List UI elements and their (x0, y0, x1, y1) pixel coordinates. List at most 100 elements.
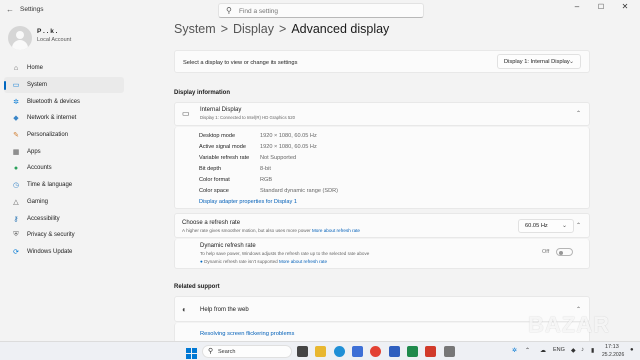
info-label: Color space (199, 188, 229, 194)
sidebar-item-apps[interactable]: ▦ Apps (4, 143, 124, 160)
display-adapter-link[interactable]: Display adapter properties for Display 1 (199, 199, 297, 205)
flicker-help-link[interactable]: Resolving screen flickering problems (200, 331, 294, 337)
sidebar-item-network[interactable]: ◆ Network & internet (4, 110, 124, 127)
update-icon: ⟳ (13, 248, 19, 256)
sidebar-item-time-language[interactable]: ◷ Time & language (4, 177, 124, 194)
app-title: Settings (20, 6, 44, 13)
refresh-rate-desc: A higher rate gives smoother motion, but… (182, 228, 311, 233)
breadcrumb: System > Display > Advanced display (174, 22, 389, 36)
dynamic-refresh-status: Dynamic refresh rate isn't supported (204, 259, 278, 264)
apps-icon: ▦ (12, 148, 20, 156)
minimize-icon[interactable]: – (568, 2, 586, 11)
info-label: Color format (199, 177, 230, 183)
page-title: Advanced display (291, 22, 390, 36)
display-select-card: Select a display to view or change its s… (174, 50, 590, 73)
tray-chevron-icon[interactable]: ⌃ (525, 347, 530, 354)
info-label: Bit depth (199, 166, 222, 172)
info-icon: ● (200, 259, 203, 264)
info-value: 1920 × 1080, 60.05 Hz (260, 133, 317, 139)
task-view-icon[interactable] (297, 346, 308, 357)
display-info-heading: Display information (174, 90, 231, 96)
start-windows-icon[interactable] (186, 346, 197, 359)
bluetooth-icon: ✲ (13, 98, 19, 106)
dynamic-refresh-card: Dynamic refresh rate To help save power,… (174, 239, 590, 269)
avatar[interactable] (8, 26, 32, 50)
home-icon: ⌂ (13, 64, 19, 72)
account-name: P . . k . (37, 28, 58, 35)
sidebar-item-personalization[interactable]: ✎ Personalization (4, 127, 124, 144)
battery-icon[interactable]: ▮ (591, 347, 594, 354)
sidebar-item-gaming[interactable]: △ Gaming (4, 194, 124, 211)
bluetooth-tray-icon[interactable]: ✲ (512, 347, 517, 354)
breadcrumb-system[interactable]: System (174, 22, 216, 36)
monitor-icon: ▭ (182, 109, 190, 118)
title-bar: ← Settings ⚲ – ☐ ✕ (0, 0, 640, 20)
wifi-tray-icon[interactable]: ◆ (571, 347, 576, 354)
dynamic-refresh-more-link[interactable]: More about refresh rate (279, 259, 327, 264)
sidebar-item-bluetooth[interactable]: ✲ Bluetooth & devices (4, 93, 124, 110)
info-value: 1920 × 1080, 60.05 Hz (260, 144, 317, 150)
dynamic-refresh-desc: To help save power, Windows adjusts the … (200, 251, 370, 256)
close-icon[interactable]: ✕ (616, 2, 634, 11)
store-icon[interactable] (352, 346, 363, 357)
sidebar-item-home[interactable]: ⌂ Home (4, 60, 124, 77)
info-label: Variable refresh rate (199, 155, 250, 161)
language-indicator[interactable]: ENG (553, 347, 565, 353)
shield-icon: ⛨ (13, 231, 19, 239)
sidebar-item-privacy[interactable]: ⛨ Privacy & security (4, 227, 124, 244)
volume-icon[interactable]: ♪ (581, 347, 584, 353)
settings-gear-icon[interactable] (444, 346, 455, 357)
clock-date[interactable]: 25.2.2026 (602, 352, 624, 358)
info-value: Not Supported (260, 155, 297, 161)
settings-search-input[interactable] (239, 6, 409, 16)
toggle-label: Off (542, 249, 550, 255)
display-name: Internal Display (200, 107, 242, 113)
watermark-logo: BAZAR (528, 312, 610, 337)
chevron-down-icon: ⌄ (568, 59, 574, 65)
back-arrow-icon[interactable]: ← (6, 5, 14, 14)
display-info-details (174, 127, 590, 209)
display-info-header[interactable]: ▭ Internal Display Display 1: Connected … (174, 102, 590, 126)
taskbar-search[interactable]: ⚲ Search (202, 345, 292, 358)
info-label: Desktop mode (199, 133, 236, 139)
display-dropdown[interactable]: Display 1: Internal Display ⌄ (497, 54, 581, 69)
info-label: Active signal mode (199, 144, 246, 150)
wifi-icon: ◆ (13, 115, 19, 123)
clock-time[interactable]: 17:13 (605, 344, 619, 350)
help-from-web-title: Help from the web (200, 307, 249, 313)
pdf-icon[interactable] (425, 346, 436, 357)
search-icon: ⚲ (208, 348, 214, 355)
breadcrumb-separator: > (220, 22, 228, 36)
chevron-down-icon: ⌄ (561, 223, 567, 229)
refresh-rate-title: Choose a refresh rate (182, 220, 241, 226)
excel-icon[interactable] (407, 346, 418, 357)
taskbar: ⚲ Search ✲ ⌃ ☁ ENG ◆ ♪ ▮ 17:13 25.2.2026… (0, 341, 640, 360)
dynamic-refresh-toggle[interactable] (556, 248, 573, 256)
dynamic-refresh-title: Dynamic refresh rate (200, 243, 256, 249)
sidebar-item-system[interactable]: ▭ System (4, 76, 124, 94)
person-icon: ● (13, 164, 19, 172)
display-select-label: Select a display to view or change its s… (183, 60, 298, 66)
accessibility-icon: ⚷ (13, 215, 19, 223)
sidebar-item-accessibility[interactable]: ⚷ Accessibility (4, 210, 124, 227)
word-icon[interactable] (389, 346, 400, 357)
gamepad-icon: △ (13, 198, 19, 206)
edge-icon[interactable] (334, 346, 345, 357)
sidebar-item-windows-update[interactable]: ⟳ Windows Update (4, 244, 124, 261)
breadcrumb-display[interactable]: Display (233, 22, 274, 36)
refresh-rate-more-link[interactable]: More about refresh rate (312, 228, 360, 233)
clock-icon: ◷ (12, 182, 20, 190)
related-support-heading: Related support (174, 284, 220, 290)
chevron-up-icon[interactable]: ⌃ (576, 222, 581, 229)
cloud-icon[interactable]: ☁ (540, 347, 546, 354)
info-value: 8-bit (260, 166, 271, 172)
sidebar-item-accounts[interactable]: ● Accounts (4, 160, 124, 177)
file-explorer-icon[interactable] (315, 346, 326, 357)
chrome-icon[interactable] (370, 346, 381, 357)
refresh-rate-card: Choose a refresh rate A higher rate give… (174, 213, 590, 238)
notification-bell-icon[interactable]: ● (630, 347, 634, 353)
settings-search-box[interactable]: ⚲ (218, 3, 424, 18)
refresh-rate-dropdown[interactable]: 60.05 Hz ⌄ (518, 219, 574, 233)
maximize-icon[interactable]: ☐ (592, 3, 610, 11)
system-icon: ▭ (12, 82, 20, 90)
